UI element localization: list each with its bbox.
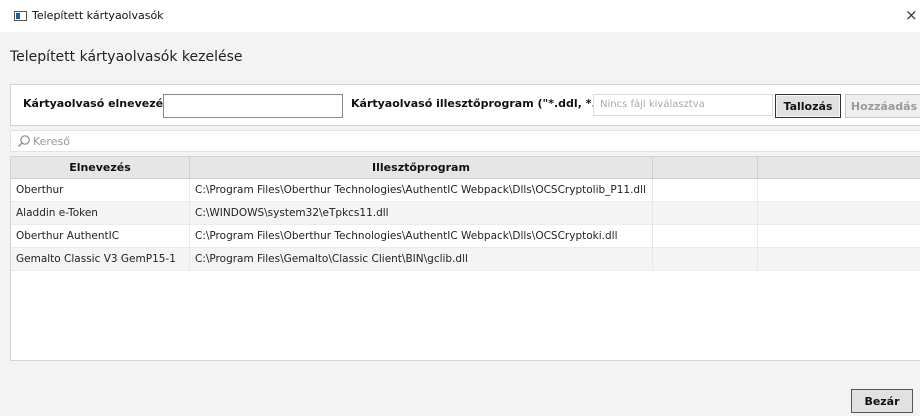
reader-name-label: Kártyaolvasó elnevezése — [23, 97, 178, 110]
cell-name: Oberthur AuthentIC — [11, 225, 190, 248]
cell-driver: C:\Program Files\Gemalto\Classic Client\… — [190, 248, 653, 271]
column-header-name[interactable]: Elnevezés — [11, 157, 190, 179]
table-header: Elnevezés Illesztőprogram — [11, 157, 920, 179]
table-row[interactable]: Gemalto Classic V3 GemP15-1 C:\Program F… — [11, 248, 920, 271]
add-reader-form: Kártyaolvasó elnevezése Kártyaolvasó ill… — [10, 84, 920, 126]
column-header-driver[interactable]: Illesztőprogram — [190, 157, 653, 179]
search-input[interactable]: Kereső — [10, 130, 920, 152]
cell-name: Oberthur — [11, 179, 190, 202]
driver-file-field[interactable]: Nincs fájl kiválasztva — [593, 94, 773, 116]
cell-empty — [653, 202, 758, 225]
cell-driver: C:\WINDOWS\system32\eTpkcs11.dll — [190, 202, 653, 225]
reader-name-input[interactable] — [163, 94, 343, 118]
table-row[interactable]: Aladdin e-Token C:\WINDOWS\system32\eTpk… — [11, 202, 920, 225]
cell-empty — [653, 248, 758, 271]
search-placeholder: Kereső — [33, 135, 70, 148]
cell-name: Aladdin e-Token — [11, 202, 190, 225]
column-header-empty-1 — [653, 157, 758, 179]
cell-name: Gemalto Classic V3 GemP15-1 — [11, 248, 190, 271]
page-title: Telepített kártyaolvasók kezelése — [10, 49, 243, 65]
driver-label: Kártyaolvasó illesztőprogram ("*.ddl, *.… — [351, 97, 621, 110]
window-title: Telepített kártyaolvasók — [32, 9, 164, 22]
close-icon[interactable]: × — [905, 6, 918, 24]
cell-empty — [758, 202, 920, 225]
close-button[interactable]: Bezár — [851, 389, 913, 413]
cell-empty — [653, 225, 758, 248]
readers-table: Elnevezés Illesztőprogram Oberthur C:\Pr… — [10, 156, 920, 361]
cell-empty — [653, 179, 758, 202]
browse-button[interactable]: Tallozás — [775, 94, 841, 118]
cell-empty — [758, 248, 920, 271]
search-icon — [18, 135, 30, 147]
app-window-icon — [14, 11, 27, 21]
add-button[interactable]: Hozzáadás — [845, 94, 920, 118]
table-row[interactable]: Oberthur AuthentIC C:\Program Files\Ober… — [11, 225, 920, 248]
cell-empty — [758, 179, 920, 202]
title-bar: Telepített kártyaolvasók × — [0, 0, 920, 32]
column-header-empty-2 — [758, 157, 920, 179]
cell-empty — [758, 225, 920, 248]
table-row[interactable]: Oberthur C:\Program Files\Oberthur Techn… — [11, 179, 920, 202]
cell-driver: C:\Program Files\Oberthur Technologies\A… — [190, 225, 653, 248]
cell-driver: C:\Program Files\Oberthur Technologies\A… — [190, 179, 653, 202]
